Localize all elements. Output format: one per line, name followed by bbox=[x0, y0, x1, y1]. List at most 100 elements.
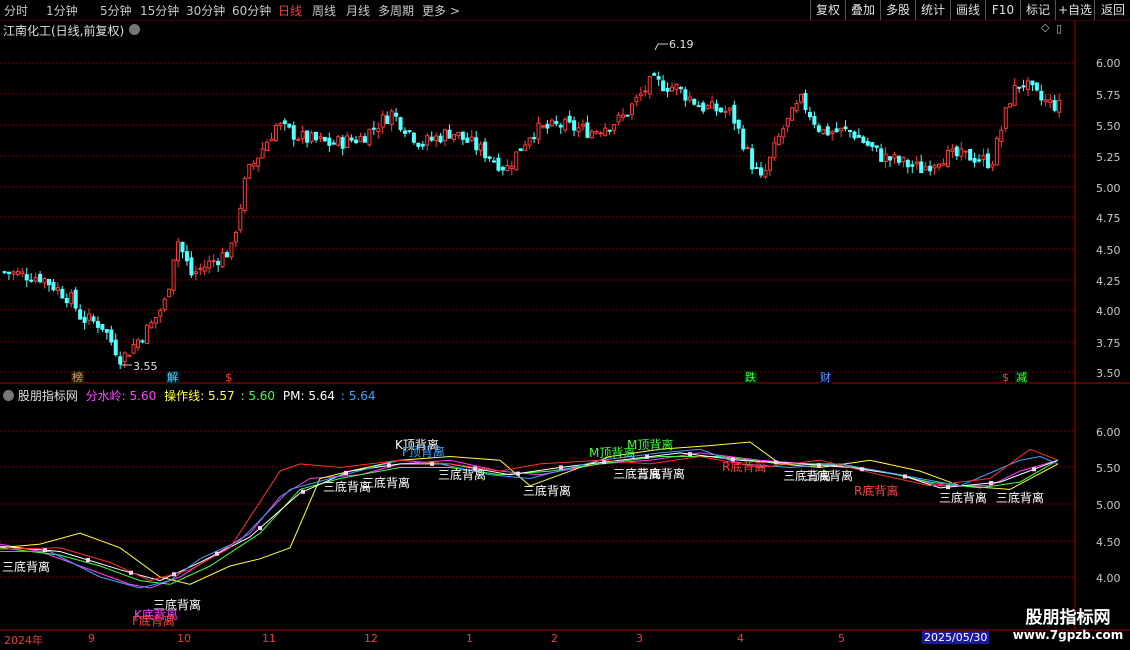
price-tick: 6.00 bbox=[1096, 57, 1121, 70]
candle-body bbox=[91, 316, 96, 322]
candle-body bbox=[287, 123, 292, 128]
chevron-down-icon[interactable] bbox=[3, 390, 14, 401]
overlay-button[interactable]: 叠加 bbox=[845, 0, 880, 20]
time-label: 10 bbox=[177, 632, 191, 645]
chevron-down-icon[interactable] bbox=[129, 24, 140, 35]
candle-body bbox=[420, 143, 425, 147]
candle-body bbox=[505, 164, 510, 172]
pm-marker bbox=[86, 557, 90, 562]
multi-stock-button[interactable]: 多股 bbox=[880, 0, 915, 20]
back-button[interactable]: 返回 bbox=[1094, 0, 1130, 20]
pm-marker bbox=[215, 551, 219, 556]
candle-body bbox=[576, 127, 581, 132]
candle-body bbox=[963, 150, 968, 153]
low-price-label: 3.55 bbox=[133, 360, 158, 373]
unlock-badge[interactable]: 解 bbox=[166, 371, 179, 384]
candle-body bbox=[652, 73, 657, 76]
time-label: 12 bbox=[364, 632, 378, 645]
diamond-icon[interactable]: ◇ bbox=[1041, 21, 1049, 34]
candle-body bbox=[937, 163, 941, 168]
time-label: 5 bbox=[838, 632, 845, 645]
tab-multi-period[interactable]: 多周期 bbox=[378, 2, 414, 19]
legend-value: 5.60 bbox=[129, 389, 157, 403]
signal-label: 三底背离 bbox=[939, 491, 988, 505]
candle-body bbox=[434, 135, 439, 142]
candle-body bbox=[816, 125, 821, 132]
add-watchlist-button[interactable]: +自选 bbox=[1055, 0, 1094, 20]
kline-chart-canvas[interactable] bbox=[0, 21, 1130, 650]
candle-body bbox=[607, 129, 612, 132]
mark-button[interactable]: 标记 bbox=[1020, 0, 1055, 20]
candle-body bbox=[821, 129, 826, 134]
restore-right-button[interactable]: 复权 bbox=[810, 0, 845, 20]
tab-daily[interactable]: 日线 bbox=[278, 2, 302, 19]
candle-body bbox=[425, 135, 430, 146]
reduce-badge[interactable]: 减 bbox=[1015, 371, 1028, 384]
candle-body bbox=[193, 271, 198, 275]
candle-body bbox=[865, 141, 870, 146]
signal-label: R底背离 bbox=[722, 460, 767, 474]
dividend-badge[interactable]: $ bbox=[999, 371, 1012, 384]
tab-60min[interactable]: 60分钟 bbox=[232, 2, 271, 19]
price-tick: 3.75 bbox=[1096, 337, 1121, 350]
minimize-icon[interactable]: ▯ bbox=[1056, 22, 1062, 35]
legend-label: PM: bbox=[282, 389, 309, 403]
candle-body bbox=[73, 289, 78, 309]
candle-body bbox=[981, 154, 986, 160]
candle-body bbox=[888, 156, 893, 161]
candle-body bbox=[554, 120, 559, 125]
candle-body bbox=[318, 136, 323, 139]
candle-body bbox=[830, 131, 835, 134]
candle-body bbox=[781, 128, 786, 138]
candle-body bbox=[282, 120, 287, 125]
candle-body bbox=[2, 271, 7, 274]
tab-more[interactable]: 更多 > bbox=[422, 2, 460, 19]
price-tick: 4.75 bbox=[1096, 212, 1121, 225]
candle-body bbox=[905, 159, 910, 168]
legend-label: 操作线: bbox=[164, 389, 208, 403]
dividend-badge[interactable]: $ bbox=[222, 371, 235, 384]
time-label: 4 bbox=[737, 632, 744, 645]
tab-15min[interactable]: 15分钟 bbox=[140, 2, 179, 19]
candle-body bbox=[879, 148, 884, 162]
candle-body bbox=[540, 125, 545, 128]
candle-body bbox=[683, 89, 688, 101]
finance-badge[interactable]: 财 bbox=[819, 371, 832, 384]
tab-30min[interactable]: 30分钟 bbox=[186, 2, 225, 19]
candle-body bbox=[367, 128, 372, 146]
candle-body bbox=[932, 164, 937, 169]
candle-body bbox=[104, 329, 109, 333]
candle-body bbox=[327, 137, 332, 146]
candle-body bbox=[251, 162, 256, 167]
candle-body bbox=[999, 129, 1004, 142]
candle-body bbox=[1052, 100, 1057, 111]
draw-line-button[interactable]: 画线 bbox=[950, 0, 985, 20]
candle-body bbox=[474, 137, 479, 151]
candle-body bbox=[309, 132, 314, 142]
tab-weekly[interactable]: 周线 bbox=[312, 2, 336, 19]
candle-body bbox=[198, 267, 203, 270]
candle-body bbox=[643, 90, 648, 93]
candle-body bbox=[149, 322, 154, 329]
candle-body bbox=[945, 150, 950, 167]
fall-badge[interactable]: 跌 bbox=[744, 371, 757, 384]
tab-monthly[interactable]: 月线 bbox=[346, 2, 370, 19]
candle-body bbox=[892, 154, 897, 159]
candle-body bbox=[109, 329, 114, 343]
candle-body bbox=[42, 278, 47, 284]
candle-body bbox=[429, 136, 434, 141]
candle-body bbox=[345, 135, 350, 149]
price-tick: 4.00 bbox=[1096, 305, 1121, 318]
candle-body bbox=[211, 260, 216, 263]
tab-5min[interactable]: 5分钟 bbox=[100, 2, 132, 19]
candle-body bbox=[968, 148, 973, 161]
f10-button[interactable]: F10 bbox=[985, 0, 1020, 20]
candle-body bbox=[1034, 82, 1039, 91]
tab-fenshi[interactable]: 分时 bbox=[4, 2, 28, 19]
rank-badge[interactable]: 榜 bbox=[71, 371, 84, 384]
candle-body bbox=[24, 274, 29, 281]
tab-1min[interactable]: 1分钟 bbox=[46, 2, 78, 19]
statistics-button[interactable]: 统计 bbox=[915, 0, 950, 20]
signal-label: 三底背离 bbox=[805, 469, 854, 483]
candle-body bbox=[314, 131, 318, 141]
